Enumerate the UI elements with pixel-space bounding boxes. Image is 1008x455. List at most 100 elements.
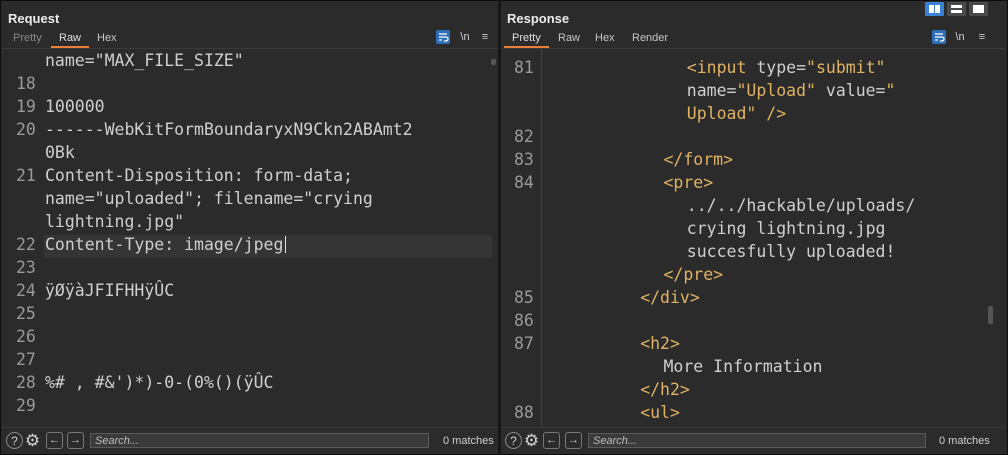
line-number: 19 — [16, 97, 36, 116]
settings-icon[interactable]: ⚙ — [24, 432, 41, 449]
code-text: Content-Type: image/jpeg — [45, 235, 284, 254]
text-caret — [284, 236, 286, 253]
next-match-icon[interactable]: → — [67, 432, 84, 449]
request-line: name="uploaded"; filename="crying — [1, 187, 498, 210]
string-token: Upload" — [686, 104, 757, 123]
line-number: 85 — [514, 288, 534, 307]
response-line: 83 </form> — [501, 148, 1006, 171]
line-number: 87 — [514, 334, 534, 353]
single-pane-layout-icon[interactable] — [969, 2, 988, 16]
menu-icon[interactable]: ≡ — [975, 30, 989, 44]
request-line: lightning.jpg" — [1, 210, 498, 233]
request-line: 20 ------WebKitFormBoundaryxN9Ckn2ABAmt2 — [1, 118, 498, 141]
code-text: </h2> — [640, 378, 690, 401]
text-token: ../../hackable/uploads/ — [686, 196, 916, 215]
next-match-icon[interactable]: → — [565, 432, 582, 449]
response-match-count: 0 matches — [939, 435, 990, 447]
text-token: value= — [815, 81, 886, 100]
line-number: 86 — [514, 311, 534, 330]
line-number: 22 — [16, 235, 36, 254]
line-number: 84 — [514, 173, 534, 192]
response-tab-raw[interactable]: Raw — [557, 32, 581, 44]
response-tab-render[interactable]: Render — [631, 32, 669, 44]
request-line: 28 %# , #&')*)-0-(0%()(ÿÛC — [1, 371, 498, 394]
html-tag-token: <pre> — [663, 173, 714, 192]
response-tab-pretty[interactable]: Pretty — [504, 32, 549, 48]
menu-icon[interactable]: ≡ — [478, 30, 492, 44]
line-number: 29 — [16, 396, 36, 415]
response-line: </pre> — [501, 263, 1006, 286]
code-text: lightning.jpg" — [45, 212, 185, 231]
code-text: name="MAX_FILE_SIZE" — [45, 51, 244, 70]
response-line: 88 <ul> — [501, 401, 1006, 424]
text-token: More Information — [663, 357, 823, 376]
previous-match-icon[interactable]: ← — [46, 432, 63, 449]
code-text: </form> — [664, 148, 734, 171]
response-line: 84 <pre> — [501, 171, 1006, 194]
line-number: 25 — [16, 304, 36, 323]
request-line: name="MAX_FILE_SIZE" — [1, 49, 498, 72]
request-tab-raw[interactable]: Raw — [50, 32, 90, 48]
line-number: 21 — [16, 166, 36, 185]
request-line: 25 — [1, 302, 498, 325]
request-line: 22 Content-Type: image/jpeg — [1, 233, 498, 256]
response-line: Upload" /> — [501, 102, 1006, 125]
response-tabs: Pretty Raw Hex Render — [501, 31, 1006, 49]
request-tab-pretty[interactable]: Pretty — [12, 32, 43, 44]
response-line: 81 <input type="submit" — [501, 56, 1006, 79]
code-text: Content-Disposition: form-data; — [45, 166, 353, 185]
html-tag-token: /> — [756, 104, 787, 123]
text-token: succesfully uploaded! — [686, 242, 896, 261]
string-token: "submit" — [806, 58, 886, 77]
request-line: 27 — [1, 348, 498, 371]
newline-toggle-icon[interactable]: \n — [953, 30, 967, 44]
request-tab-hex[interactable]: Hex — [96, 32, 118, 44]
response-pane: Response Pretty Raw Hex Render \n ≡ 81 <i… — [501, 1, 1006, 454]
code-text: 100000 — [45, 97, 105, 116]
stacked-layout-icon[interactable] — [947, 2, 966, 16]
code-text: name="uploaded"; filename="crying — [45, 189, 373, 208]
response-line: </h2> — [501, 378, 1006, 401]
response-title: Response — [507, 11, 570, 26]
response-line: More Information — [501, 355, 1006, 378]
code-text: More Information — [664, 355, 823, 378]
code-text: ÿØÿàJFIFHHÿÛC — [45, 281, 175, 300]
request-search-input[interactable] — [90, 433, 429, 448]
newline-toggle-icon[interactable]: \n — [458, 30, 472, 44]
previous-match-icon[interactable]: ← — [543, 432, 560, 449]
request-line: 0Bk — [1, 141, 498, 164]
code-text: <input type="submit" — [687, 56, 886, 79]
request-line: 26 — [1, 325, 498, 348]
text-token: name= — [686, 81, 737, 100]
line-number: 23 — [16, 258, 36, 277]
response-tab-hex[interactable]: Hex — [594, 32, 616, 44]
response-line: name="Upload" value=" — [501, 79, 1006, 102]
html-tag-token: <input — [686, 58, 757, 77]
line-number: 28 — [16, 373, 36, 392]
request-line: 24 ÿØÿàJFIFHHÿÛC — [1, 279, 498, 302]
settings-icon[interactable]: ⚙ — [523, 432, 540, 449]
response-line: ../../hackable/uploads/ — [501, 194, 1006, 217]
code-text: %# , #&')*)-0-(0%()(ÿÛC — [45, 373, 274, 392]
response-line: crying lightning.jpg — [501, 217, 1006, 240]
request-line: 29 — [1, 394, 498, 417]
code-text: </div> — [640, 286, 700, 309]
help-icon[interactable]: ? — [6, 432, 23, 449]
request-line: 21 Content-Disposition: form-data; — [1, 164, 498, 187]
line-number: 26 — [16, 327, 36, 346]
line-number: 82 — [514, 127, 534, 146]
request-line: 19 100000 — [1, 95, 498, 118]
side-by-side-layout-icon[interactable] — [925, 2, 944, 16]
request-editor[interactable]: name="MAX_FILE_SIZE" 18 19 100000 20 ------We… — [1, 49, 498, 425]
code-text: crying lightning.jpg — [687, 217, 886, 240]
help-icon[interactable]: ? — [505, 432, 522, 449]
line-number: 20 — [16, 120, 36, 139]
code-text: </pre> — [664, 263, 724, 286]
response-search-input[interactable] — [588, 433, 926, 448]
word-wrap-icon[interactable] — [932, 30, 946, 44]
code-text: <h2> — [640, 332, 680, 355]
word-wrap-icon[interactable] — [436, 30, 450, 44]
code-text: 0Bk — [45, 143, 75, 162]
html-tag-token: </h2> — [640, 380, 690, 399]
response-editor[interactable]: 81 <input type="submit" name="Upload" valu… — [501, 49, 1006, 425]
